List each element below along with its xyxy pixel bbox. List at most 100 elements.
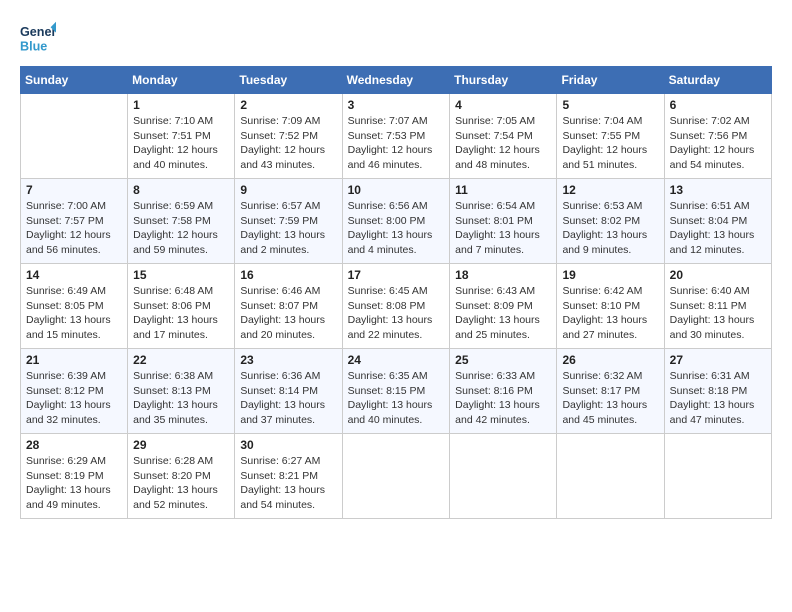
day-number: 18 [455, 268, 551, 282]
day-info: Sunrise: 7:05 AM Sunset: 7:54 PM Dayligh… [455, 114, 551, 173]
day-number: 8 [133, 183, 229, 197]
day-number: 11 [455, 183, 551, 197]
logo: General Blue [20, 20, 60, 56]
calendar-cell: 3 Sunrise: 7:07 AM Sunset: 7:53 PM Daylig… [342, 94, 450, 179]
calendar-cell [557, 434, 664, 519]
day-number: 29 [133, 438, 229, 452]
day-info: Sunrise: 6:33 AM Sunset: 8:16 PM Dayligh… [455, 369, 551, 428]
calendar-cell: 6 Sunrise: 7:02 AM Sunset: 7:56 PM Daylig… [664, 94, 771, 179]
day-number: 24 [348, 353, 445, 367]
calendar-cell: 10 Sunrise: 6:56 AM Sunset: 8:00 PM Dayli… [342, 179, 450, 264]
calendar-header-row: SundayMondayTuesdayWednesdayThursdayFrid… [21, 67, 772, 94]
column-header-wednesday: Wednesday [342, 67, 450, 94]
day-info: Sunrise: 6:31 AM Sunset: 8:18 PM Dayligh… [670, 369, 766, 428]
calendar-cell [664, 434, 771, 519]
calendar-cell: 29 Sunrise: 6:28 AM Sunset: 8:20 PM Dayli… [128, 434, 235, 519]
day-info: Sunrise: 7:10 AM Sunset: 7:51 PM Dayligh… [133, 114, 229, 173]
column-header-sunday: Sunday [21, 67, 128, 94]
day-number: 3 [348, 98, 445, 112]
column-header-tuesday: Tuesday [235, 67, 342, 94]
day-info: Sunrise: 6:59 AM Sunset: 7:58 PM Dayligh… [133, 199, 229, 258]
day-info: Sunrise: 6:46 AM Sunset: 8:07 PM Dayligh… [240, 284, 336, 343]
day-number: 14 [26, 268, 122, 282]
day-number: 27 [670, 353, 766, 367]
calendar-cell: 28Sunrise: 6:29 AM Sunset: 8:19 PM Dayli… [21, 434, 128, 519]
day-number: 20 [670, 268, 766, 282]
day-number: 9 [240, 183, 336, 197]
day-number: 25 [455, 353, 551, 367]
page-header: General Blue [20, 20, 772, 56]
svg-text:Blue: Blue [20, 40, 47, 54]
day-info: Sunrise: 6:38 AM Sunset: 8:13 PM Dayligh… [133, 369, 229, 428]
column-header-thursday: Thursday [450, 67, 557, 94]
calendar-cell [342, 434, 450, 519]
column-header-monday: Monday [128, 67, 235, 94]
calendar-week-row: 21Sunrise: 6:39 AM Sunset: 8:12 PM Dayli… [21, 349, 772, 434]
calendar-cell: 24Sunrise: 6:35 AM Sunset: 8:15 PM Dayli… [342, 349, 450, 434]
calendar-week-row: 14 Sunrise: 6:49 AM Sunset: 8:05 PM Dayli… [21, 264, 772, 349]
calendar-cell: 5 Sunrise: 7:04 AM Sunset: 7:55 PM Daylig… [557, 94, 664, 179]
calendar-cell: 7Sunrise: 7:00 AM Sunset: 7:57 PM Daylig… [21, 179, 128, 264]
day-number: 23 [240, 353, 336, 367]
day-info: Sunrise: 6:56 AM Sunset: 8:00 PM Dayligh… [348, 199, 445, 258]
calendar-week-row: 1 Sunrise: 7:10 AM Sunset: 7:51 PM Daylig… [21, 94, 772, 179]
calendar-cell: 25 Sunrise: 6:33 AM Sunset: 8:16 PM Dayli… [450, 349, 557, 434]
day-number: 5 [562, 98, 658, 112]
day-info: Sunrise: 6:39 AM Sunset: 8:12 PM Dayligh… [26, 369, 122, 428]
day-number: 15 [133, 268, 229, 282]
day-number: 4 [455, 98, 551, 112]
day-info: Sunrise: 6:27 AM Sunset: 8:21 PM Dayligh… [240, 454, 336, 513]
calendar-cell: 8 Sunrise: 6:59 AM Sunset: 7:58 PM Daylig… [128, 179, 235, 264]
day-info: Sunrise: 7:04 AM Sunset: 7:55 PM Dayligh… [562, 114, 658, 173]
calendar-cell: 15 Sunrise: 6:48 AM Sunset: 8:06 PM Dayli… [128, 264, 235, 349]
day-info: Sunrise: 6:48 AM Sunset: 8:06 PM Dayligh… [133, 284, 229, 343]
calendar-cell: 21Sunrise: 6:39 AM Sunset: 8:12 PM Dayli… [21, 349, 128, 434]
day-info: Sunrise: 6:32 AM Sunset: 8:17 PM Dayligh… [562, 369, 658, 428]
day-number: 6 [670, 98, 766, 112]
day-number: 2 [240, 98, 336, 112]
calendar-week-row: 28Sunrise: 6:29 AM Sunset: 8:19 PM Dayli… [21, 434, 772, 519]
day-number: 16 [240, 268, 336, 282]
calendar-cell: 22 Sunrise: 6:38 AM Sunset: 8:13 PM Dayli… [128, 349, 235, 434]
day-info: Sunrise: 6:53 AM Sunset: 8:02 PM Dayligh… [562, 199, 658, 258]
day-info: Sunrise: 7:07 AM Sunset: 7:53 PM Dayligh… [348, 114, 445, 173]
day-info: Sunrise: 6:43 AM Sunset: 8:09 PM Dayligh… [455, 284, 551, 343]
day-number: 26 [562, 353, 658, 367]
day-info: Sunrise: 6:54 AM Sunset: 8:01 PM Dayligh… [455, 199, 551, 258]
day-info: Sunrise: 6:29 AM Sunset: 8:19 PM Dayligh… [26, 454, 122, 513]
day-info: Sunrise: 6:45 AM Sunset: 8:08 PM Dayligh… [348, 284, 445, 343]
day-number: 17 [348, 268, 445, 282]
calendar-cell: 4 Sunrise: 7:05 AM Sunset: 7:54 PM Daylig… [450, 94, 557, 179]
calendar-cell: 30 Sunrise: 6:27 AM Sunset: 8:21 PM Dayli… [235, 434, 342, 519]
calendar-cell: 26 Sunrise: 6:32 AM Sunset: 8:17 PM Dayli… [557, 349, 664, 434]
calendar-cell: 16 Sunrise: 6:46 AM Sunset: 8:07 PM Dayli… [235, 264, 342, 349]
column-header-friday: Friday [557, 67, 664, 94]
day-info: Sunrise: 6:42 AM Sunset: 8:10 PM Dayligh… [562, 284, 658, 343]
day-info: Sunrise: 6:57 AM Sunset: 7:59 PM Dayligh… [240, 199, 336, 258]
day-number: 7 [26, 183, 122, 197]
calendar-cell: 19 Sunrise: 6:42 AM Sunset: 8:10 PM Dayli… [557, 264, 664, 349]
calendar-cell: 2Sunrise: 7:09 AM Sunset: 7:52 PM Daylig… [235, 94, 342, 179]
calendar-cell: 13 Sunrise: 6:51 AM Sunset: 8:04 PM Dayli… [664, 179, 771, 264]
day-info: Sunrise: 7:02 AM Sunset: 7:56 PM Dayligh… [670, 114, 766, 173]
day-number: 19 [562, 268, 658, 282]
calendar-cell: 17 Sunrise: 6:45 AM Sunset: 8:08 PM Dayli… [342, 264, 450, 349]
day-number: 22 [133, 353, 229, 367]
day-number: 1 [133, 98, 229, 112]
day-number: 13 [670, 183, 766, 197]
calendar-cell [450, 434, 557, 519]
day-number: 10 [348, 183, 445, 197]
day-info: Sunrise: 6:36 AM Sunset: 8:14 PM Dayligh… [240, 369, 336, 428]
calendar-cell: 18 Sunrise: 6:43 AM Sunset: 8:09 PM Dayli… [450, 264, 557, 349]
calendar-cell: 12Sunrise: 6:53 AM Sunset: 8:02 PM Dayli… [557, 179, 664, 264]
calendar-cell: 11 Sunrise: 6:54 AM Sunset: 8:01 PM Dayli… [450, 179, 557, 264]
calendar-cell: 14 Sunrise: 6:49 AM Sunset: 8:05 PM Dayli… [21, 264, 128, 349]
day-number: 30 [240, 438, 336, 452]
svg-text:General: General [20, 25, 56, 39]
logo-icon: General Blue [20, 20, 56, 56]
calendar-cell: 20Sunrise: 6:40 AM Sunset: 8:11 PM Dayli… [664, 264, 771, 349]
day-info: Sunrise: 6:28 AM Sunset: 8:20 PM Dayligh… [133, 454, 229, 513]
day-info: Sunrise: 6:49 AM Sunset: 8:05 PM Dayligh… [26, 284, 122, 343]
day-info: Sunrise: 6:51 AM Sunset: 8:04 PM Dayligh… [670, 199, 766, 258]
calendar-cell: 27 Sunrise: 6:31 AM Sunset: 8:18 PM Dayli… [664, 349, 771, 434]
